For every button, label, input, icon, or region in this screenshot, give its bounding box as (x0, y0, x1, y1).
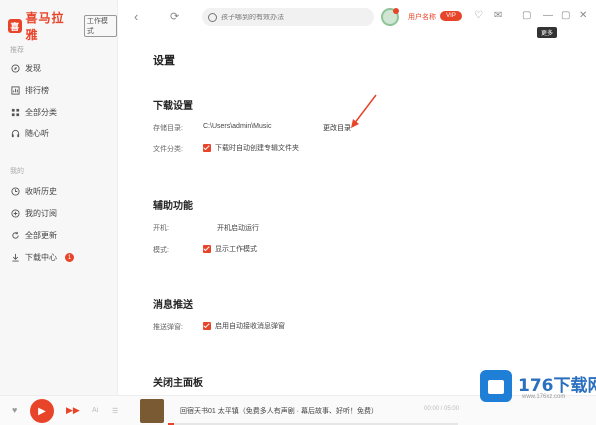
push-label: 推送弹窗: (153, 324, 183, 331)
sidebar-item-rank[interactable]: 排行榜 (10, 85, 49, 96)
push-title: 消息推送 (153, 300, 193, 311)
subscribe-icon (10, 209, 20, 219)
category-option-label: 下载时自动创建专辑文件夹 (215, 145, 299, 152)
watermark: 176下载网 www.176xz.com (480, 368, 596, 408)
playlist-icon[interactable]: ☰ (112, 407, 118, 415)
download-settings-title: 下载设置 (153, 101, 193, 112)
watermark-logo (480, 370, 512, 402)
annotation-arrow (351, 94, 377, 128)
sidebar-item-subscriptions[interactable]: 我的订阅 (10, 208, 57, 219)
push-checkbox[interactable] (203, 322, 211, 331)
sidebar-item-categories[interactable]: 全部分类 (10, 107, 57, 118)
page-title: 设置 (153, 55, 175, 67)
notification-dot (393, 8, 399, 14)
startup-option[interactable]: 开机启动运行 (217, 223, 259, 233)
category-option[interactable]: 下载时自动创建专辑文件夹 (203, 143, 299, 153)
sidebar-item-discover[interactable]: 发现 (10, 63, 41, 74)
sidebar-item-downloads[interactable]: 下载中心 1 (10, 252, 74, 263)
search-box[interactable] (202, 8, 374, 26)
app-logo[interactable]: 喜 喜马拉雅 工作模式 (8, 9, 117, 43)
ai-label[interactable]: Ai (92, 407, 98, 414)
grid-icon (10, 108, 20, 118)
shield-icon[interactable]: ♡ (474, 10, 483, 21)
sidebar-item-random[interactable]: 随心听 (10, 128, 49, 139)
menu-icon[interactable]: ▢ (522, 10, 531, 21)
back-button[interactable]: ‹ (134, 9, 138, 24)
section-mine: 我的 (10, 168, 24, 175)
startup-label: 开机: (153, 225, 169, 232)
sidebar-item-label: 下载中心 (25, 253, 57, 262)
next-icon[interactable]: ▶▶ (66, 405, 80, 416)
download-count-badge: 1 (65, 253, 74, 262)
track-cover[interactable] (140, 399, 164, 423)
watermark-text: 176下载网 (518, 376, 596, 396)
compass-icon (10, 64, 20, 74)
refresh-icon (10, 231, 20, 241)
track-title[interactable]: 回宿天书01 太平镇（免费多人有声剧 · 幕后故事、好听！免费） (180, 406, 378, 416)
sidebar: 喜 喜马拉雅 工作模式 推荐 发现 排行榜 全部分类 随心听 我的 收听历史 我… (0, 0, 118, 395)
chart-icon (10, 86, 20, 96)
sidebar-item-history[interactable]: 收听历史 (10, 186, 57, 197)
play-button[interactable]: ▶ (30, 399, 54, 423)
mode-checkbox[interactable] (203, 245, 211, 254)
category-checkbox[interactable] (203, 144, 211, 153)
refresh-button[interactable]: ⟳ (170, 10, 179, 23)
sidebar-item-label: 发现 (25, 64, 41, 73)
avatar[interactable] (381, 8, 399, 26)
sidebar-item-label: 我的订阅 (25, 209, 57, 218)
sidebar-item-updates[interactable]: 全部更新 (10, 230, 57, 241)
push-option-label: 启用自动接收消息弹窗 (215, 323, 285, 330)
watermark-logo-inner (488, 380, 504, 394)
sidebar-item-label: 全部分类 (25, 108, 57, 117)
close-panel-title: 关闭主面板 (153, 378, 203, 389)
minimize-icon[interactable]: — (543, 10, 553, 21)
logo-icon: 喜 (8, 19, 22, 33)
close-icon[interactable]: ✕ (579, 10, 587, 21)
like-icon[interactable]: ♥ (12, 405, 17, 415)
assist-title: 辅助功能 (153, 201, 193, 212)
download-icon (10, 253, 20, 263)
search-icon (208, 12, 217, 22)
vip-badge[interactable]: VIP (440, 11, 462, 21)
section-recommend: 推荐 (10, 47, 24, 54)
settings-page: 设置 下载设置 存储目录: C:\Users\admin\Music 更改目录 … (118, 36, 596, 395)
push-option[interactable]: 启用自动接收消息弹窗 (203, 321, 285, 331)
sidebar-item-label: 随心听 (25, 129, 49, 138)
search-input[interactable] (221, 13, 371, 21)
mail-icon[interactable]: ✉ (494, 10, 502, 21)
headphone-icon (10, 129, 20, 139)
change-directory-link[interactable]: 更改目录 (323, 123, 351, 133)
mode-option[interactable]: 显示工作模式 (203, 244, 257, 254)
path-label: 存储目录: (153, 125, 183, 132)
mode-option-label: 显示工作模式 (215, 246, 257, 253)
clock-icon (10, 187, 20, 197)
path-value: C:\Users\admin\Music (203, 123, 272, 130)
category-label: 文件分类: (153, 146, 183, 153)
watermark-sub: www.176xz.com (522, 394, 566, 400)
sidebar-item-label: 全部更新 (25, 231, 57, 240)
sidebar-item-label: 排行榜 (25, 86, 49, 95)
track-time: 00:00 / 05:00 (424, 406, 460, 412)
work-mode-badge[interactable]: 工作模式 (83, 15, 117, 37)
username[interactable]: 用户名称 (408, 12, 436, 22)
sidebar-item-label: 收听历史 (25, 187, 57, 196)
mode-label: 模式: (153, 247, 169, 254)
maximize-icon[interactable]: ▢ (561, 10, 570, 21)
app-name: 喜马拉雅 (25, 11, 65, 42)
